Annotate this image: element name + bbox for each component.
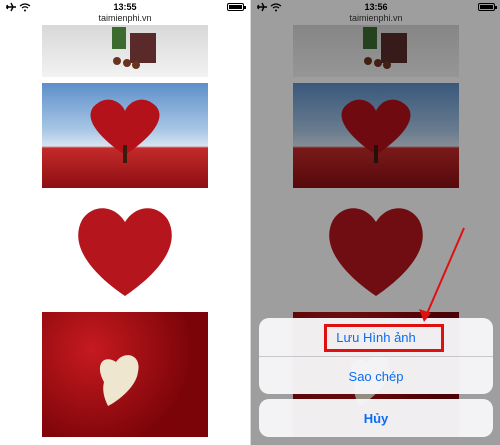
battery-icon <box>227 3 246 11</box>
photo-gift-box[interactable] <box>42 25 208 77</box>
photo-rose-heart[interactable] <box>42 198 208 300</box>
status-bar: 13:55 <box>0 0 250 14</box>
url-bar[interactable]: taimienphi.vn <box>0 13 250 23</box>
red-arrow-icon <box>419 227 465 322</box>
photo-heart-tree[interactable] <box>42 83 208 188</box>
left-phone-screen: 13:55 taimienphi.vn <box>0 0 250 445</box>
right-phone-screen: 13:56 taimienphi.vn Lưu Hình ảnh Sao ché… <box>250 0 500 445</box>
photo-petals-heart[interactable] <box>42 312 208 437</box>
image-feed[interactable] <box>0 0 250 445</box>
status-time: 13:55 <box>113 2 137 12</box>
